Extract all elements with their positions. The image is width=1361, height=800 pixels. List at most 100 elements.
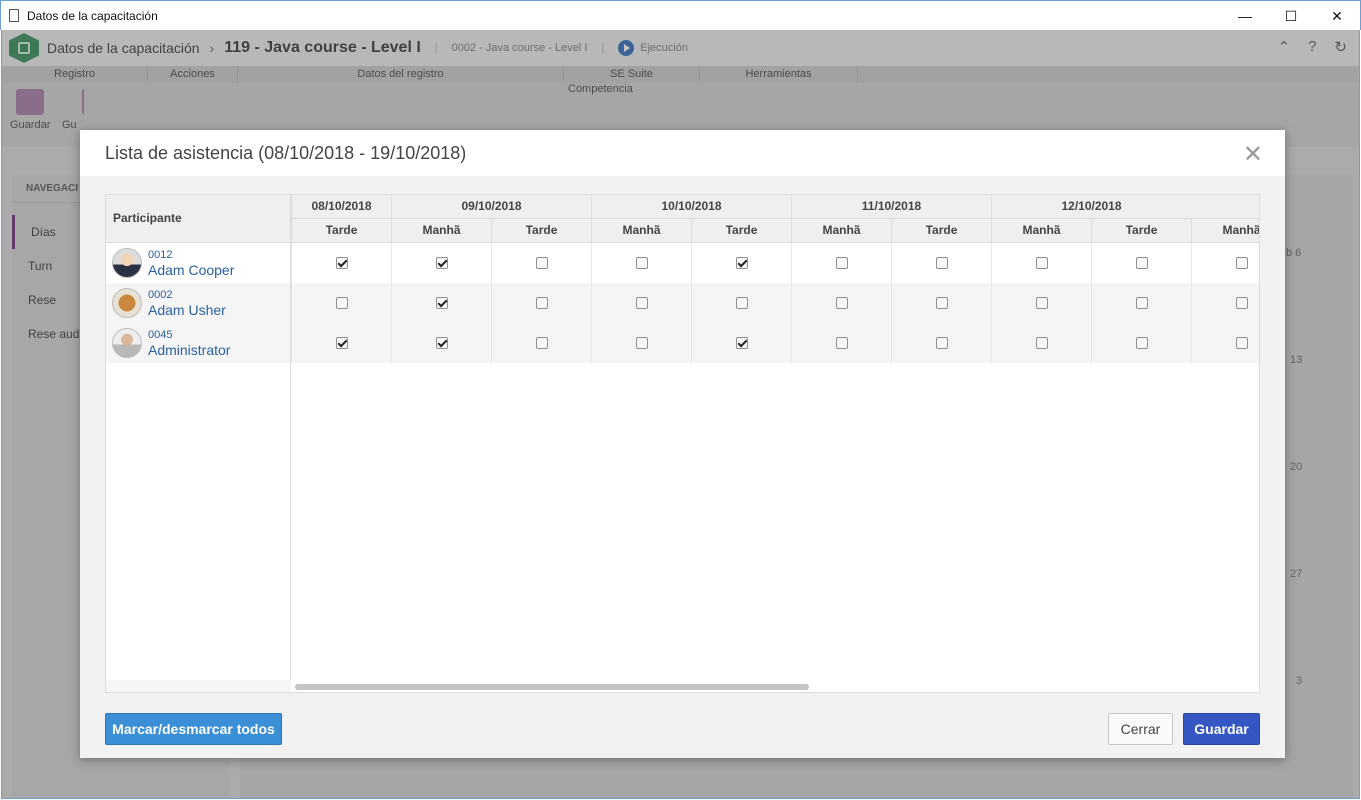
avatar [112, 328, 142, 358]
attendance-cell [691, 283, 791, 323]
date-header: 10/10/2018 [591, 195, 791, 219]
date-header-row: 08/10/2018 09/10/2018 10/10/2018 11/10/2018… [291, 195, 1259, 219]
close-window-button[interactable]: ✕ [1314, 1, 1360, 31]
participant-code[interactable]: 0012 [148, 249, 234, 262]
attendance-cell [1091, 243, 1191, 283]
attendance-checkbox[interactable] [435, 257, 448, 269]
attendance-grid: Participante 0012 Adam Cooper 0002 Adam … [105, 194, 1260, 693]
participant-name[interactable]: Adam Usher [148, 302, 226, 318]
attendance-checkbox[interactable] [435, 337, 448, 349]
participant-row: 0002 Adam Usher [106, 283, 290, 323]
attendance-checkbox[interactable] [335, 257, 348, 269]
participant-code[interactable]: 0045 [148, 329, 230, 342]
save-button[interactable]: Guardar [1183, 713, 1260, 745]
window-controls: — ☐ ✕ [1222, 1, 1360, 31]
shift-header: Manhã [591, 219, 691, 243]
attendance-checkbox[interactable] [335, 297, 348, 309]
shift-header: Tarde [491, 219, 591, 243]
attendance-checkbox[interactable] [435, 297, 448, 309]
dialog-close-icon[interactable]: ✕ [1243, 140, 1263, 169]
attendance-checkbox[interactable] [635, 297, 648, 309]
attendance-checkbox[interactable] [1135, 337, 1148, 349]
attendance-cell [391, 323, 491, 363]
window-title: Datos de la capacitación [27, 8, 158, 23]
attendance-checkbox[interactable] [335, 337, 348, 349]
attendance-cell [291, 323, 391, 363]
participant-code[interactable]: 0002 [148, 289, 226, 302]
attendance-checkbox[interactable] [1135, 297, 1148, 309]
attendance-cell [1191, 243, 1259, 283]
attendance-cell [291, 243, 391, 283]
attendance-row [291, 323, 1259, 363]
minimize-button[interactable]: — [1222, 1, 1268, 31]
attendance-cell [791, 283, 891, 323]
attendance-cell [491, 323, 591, 363]
attendance-cell [991, 243, 1091, 283]
attendance-checkbox[interactable] [635, 257, 648, 269]
avatar [112, 248, 142, 278]
cancel-button[interactable]: Cerrar [1108, 713, 1173, 745]
attendance-cell [891, 243, 991, 283]
scrollbar-thumb[interactable] [295, 684, 809, 690]
app-background: Datos de la capacitación › 119 - Java co… [1, 30, 1360, 799]
attendance-cell [891, 283, 991, 323]
attendance-checkbox[interactable] [735, 337, 748, 349]
attendance-cell [691, 323, 791, 363]
dialog-title: Lista de asistencia (08/10/2018 - 19/10/… [105, 142, 467, 163]
attendance-checkbox[interactable] [1035, 257, 1048, 269]
attendance-checkbox[interactable] [1035, 297, 1048, 309]
attendance-cell [591, 283, 691, 323]
shift-header: Tarde [1091, 219, 1191, 243]
participant-row: 0045 Administrator [106, 323, 290, 363]
attendance-checkbox[interactable] [835, 297, 848, 309]
participant-name[interactable]: Administrator [148, 342, 230, 358]
attendance-checkbox[interactable] [835, 257, 848, 269]
attendance-row [291, 243, 1259, 283]
date-header: 12/10/2018 [991, 195, 1191, 219]
mark-all-button[interactable]: Marcar/desmarcar todos [105, 713, 282, 745]
maximize-button[interactable]: ☐ [1268, 1, 1314, 31]
attendance-cell [991, 323, 1091, 363]
attendance-checkbox[interactable] [535, 257, 548, 269]
shift-header-row: Tarde Manhã Tarde Manhã Tarde Manhã Tarde Manhã… [291, 219, 1259, 243]
attendance-checkbox[interactable] [1235, 257, 1248, 269]
attendance-checkbox[interactable] [735, 257, 748, 269]
participant-footer [106, 680, 291, 692]
attendance-dialog: Lista de asistencia (08/10/2018 - 19/10/… [80, 130, 1285, 758]
attendance-checkbox[interactable] [735, 297, 748, 309]
window-titlebar: Datos de la capacitación — ☐ ✕ [0, 0, 1361, 30]
attendance-checkbox[interactable] [835, 337, 848, 349]
attendance-checkbox[interactable] [935, 337, 948, 349]
attendance-checkbox[interactable] [935, 257, 948, 269]
attendance-cell [891, 323, 991, 363]
avatar [112, 288, 142, 318]
attendance-cell [1091, 323, 1191, 363]
shift-header: Manhã [391, 219, 491, 243]
attendance-checkbox[interactable] [1135, 257, 1148, 269]
date-header: 11/10/2018 [791, 195, 991, 219]
dialog-header: Lista de asistencia (08/10/2018 - 19/10/… [80, 130, 1285, 176]
participant-row: 0012 Adam Cooper [106, 243, 290, 283]
attendance-checkbox[interactable] [1235, 337, 1248, 349]
attendance-checkbox[interactable] [635, 337, 648, 349]
attendance-checkbox[interactable] [1035, 337, 1048, 349]
participant-name[interactable]: Adam Cooper [148, 262, 234, 278]
horizontal-scrollbar[interactable] [291, 680, 1259, 692]
attendance-row [291, 283, 1259, 323]
shift-grid: 08/10/2018 09/10/2018 10/10/2018 11/10/2018… [291, 195, 1259, 692]
shift-header: Tarde [891, 219, 991, 243]
attendance-cell [791, 323, 891, 363]
attendance-cell [1191, 283, 1259, 323]
attendance-checkbox[interactable] [535, 337, 548, 349]
attendance-cell [491, 243, 591, 283]
attendance-checkbox[interactable] [535, 297, 548, 309]
attendance-checkbox[interactable] [935, 297, 948, 309]
shift-header: Manhã [791, 219, 891, 243]
shift-header: Tarde [291, 219, 391, 243]
attendance-cell [1091, 283, 1191, 323]
participant-column: Participante 0012 Adam Cooper 0002 Adam … [106, 195, 291, 692]
attendance-cell [691, 243, 791, 283]
attendance-cell [991, 283, 1091, 323]
attendance-checkbox[interactable] [1235, 297, 1248, 309]
shift-header: Manhã [991, 219, 1091, 243]
